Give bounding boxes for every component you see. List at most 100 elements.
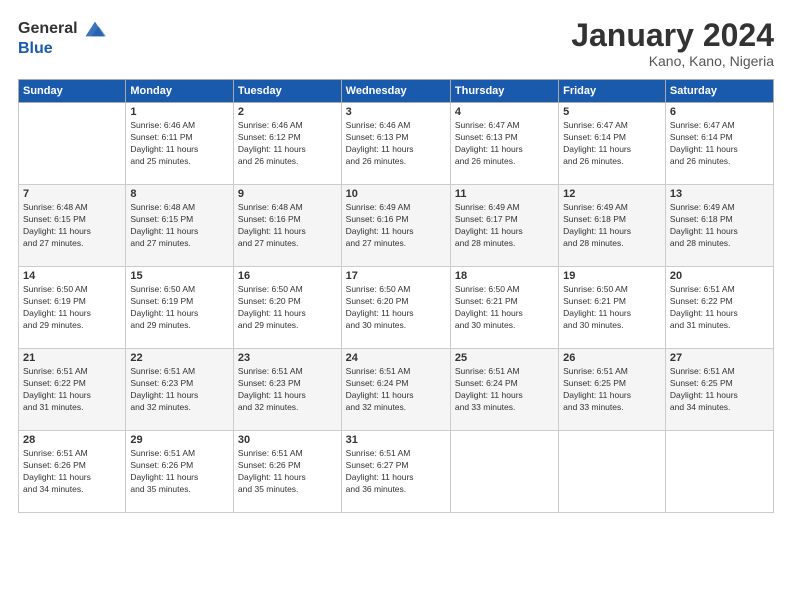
day-info: Sunrise: 6:50 AM Sunset: 6:20 PM Dayligh…: [238, 284, 337, 332]
day-number: 2: [238, 106, 337, 118]
calendar-cell: 1Sunrise: 6:46 AM Sunset: 6:11 PM Daylig…: [126, 103, 234, 185]
col-wednesday: Wednesday: [341, 80, 450, 103]
day-number: 14: [23, 270, 121, 282]
logo-icon: [84, 18, 106, 40]
calendar-cell: 24 Sunrise: 6:51 AM Sunset: 6:24 PM Dayli…: [341, 349, 450, 431]
header: General Blue January 2024 Kano, Kano, Ni…: [18, 18, 774, 69]
day-info: Sunrise: 6:46 AM Sunset: 6:12 PM Dayligh…: [238, 120, 337, 168]
day-number: 22: [130, 352, 229, 364]
day-number: 16: [238, 270, 337, 282]
day-info: Sunrise: 6:51 AM Sunset: 6:25 PM Dayligh…: [563, 366, 661, 414]
calendar-cell: 10 Sunrise: 6:49 AM Sunset: 6:16 PM Dayli…: [341, 185, 450, 267]
calendar-title: January 2024: [571, 18, 774, 53]
calendar-cell: 4 Sunrise: 6:47 AM Sunset: 6:13 PM Daylig…: [450, 103, 558, 185]
calendar-cell: 26 Sunrise: 6:51 AM Sunset: 6:25 PM Dayli…: [559, 349, 666, 431]
day-number: 26: [563, 352, 661, 364]
day-info: Sunrise: 6:47 AM Sunset: 6:14 PM Dayligh…: [670, 120, 769, 168]
calendar-subtitle: Kano, Kano, Nigeria: [571, 53, 774, 69]
day-info: Sunrise: 6:49 AM Sunset: 6:16 PM Dayligh…: [346, 202, 446, 250]
col-saturday: Saturday: [665, 80, 773, 103]
title-block: January 2024 Kano, Kano, Nigeria: [571, 18, 774, 69]
day-number: 10: [346, 188, 446, 200]
day-info: Sunrise: 6:47 AM Sunset: 6:14 PM Dayligh…: [563, 120, 661, 168]
day-info: Sunrise: 6:50 AM Sunset: 6:19 PM Dayligh…: [23, 284, 121, 332]
day-info: Sunrise: 6:51 AM Sunset: 6:22 PM Dayligh…: [23, 366, 121, 414]
day-number: 28: [23, 434, 121, 446]
day-info: Sunrise: 6:50 AM Sunset: 6:20 PM Dayligh…: [346, 284, 446, 332]
day-info: Sunrise: 6:50 AM Sunset: 6:21 PM Dayligh…: [563, 284, 661, 332]
day-number: 17: [346, 270, 446, 282]
calendar-cell: 18 Sunrise: 6:50 AM Sunset: 6:21 PM Dayli…: [450, 267, 558, 349]
col-sunday: Sunday: [19, 80, 126, 103]
day-number: 31: [346, 434, 446, 446]
calendar-cell: 5 Sunrise: 6:47 AM Sunset: 6:14 PM Daylig…: [559, 103, 666, 185]
day-number: 8: [130, 188, 229, 200]
day-info: Sunrise: 6:46 AM Sunset: 6:13 PM Dayligh…: [346, 120, 446, 168]
calendar-cell: 23 Sunrise: 6:51 AM Sunset: 6:23 PM Dayli…: [233, 349, 341, 431]
day-info: Sunrise: 6:48 AM Sunset: 6:15 PM Dayligh…: [23, 202, 121, 250]
day-info: Sunrise: 6:51 AM Sunset: 6:25 PM Dayligh…: [670, 366, 769, 414]
calendar-cell: 12Sunrise: 6:49 AM Sunset: 6:18 PM Dayli…: [559, 185, 666, 267]
day-number: 5: [563, 106, 661, 118]
day-number: 15: [130, 270, 229, 282]
day-info: Sunrise: 6:49 AM Sunset: 6:17 PM Dayligh…: [455, 202, 554, 250]
calendar-cell: 6Sunrise: 6:47 AM Sunset: 6:14 PM Daylig…: [665, 103, 773, 185]
calendar-cell: 28 Sunrise: 6:51 AM Sunset: 6:26 PM Dayli…: [19, 431, 126, 513]
day-info: Sunrise: 6:51 AM Sunset: 6:24 PM Dayligh…: [346, 366, 446, 414]
day-number: 3: [346, 106, 446, 118]
day-number: 29: [130, 434, 229, 446]
calendar-table: Sunday Monday Tuesday Wednesday Thursday…: [18, 79, 774, 513]
day-info: Sunrise: 6:51 AM Sunset: 6:26 PM Dayligh…: [23, 448, 121, 496]
day-number: 7: [23, 188, 121, 200]
calendar-cell: 15 Sunrise: 6:50 AM Sunset: 6:19 PM Dayli…: [126, 267, 234, 349]
calendar-cell: 7 Sunrise: 6:48 AM Sunset: 6:15 PM Daylig…: [19, 185, 126, 267]
calendar-cell: 30 Sunrise: 6:51 AM Sunset: 6:26 PM Dayli…: [233, 431, 341, 513]
page: General Blue January 2024 Kano, Kano, Ni…: [0, 0, 792, 612]
week-row-0: 1Sunrise: 6:46 AM Sunset: 6:11 PM Daylig…: [19, 103, 774, 185]
day-number: 4: [455, 106, 554, 118]
calendar-cell: 25Sunrise: 6:51 AM Sunset: 6:24 PM Dayli…: [450, 349, 558, 431]
day-info: Sunrise: 6:51 AM Sunset: 6:26 PM Dayligh…: [130, 448, 229, 496]
day-info: Sunrise: 6:49 AM Sunset: 6:18 PM Dayligh…: [670, 202, 769, 250]
day-number: 30: [238, 434, 337, 446]
day-info: Sunrise: 6:51 AM Sunset: 6:26 PM Dayligh…: [238, 448, 337, 496]
day-info: Sunrise: 6:51 AM Sunset: 6:23 PM Dayligh…: [130, 366, 229, 414]
week-row-1: 7 Sunrise: 6:48 AM Sunset: 6:15 PM Daylig…: [19, 185, 774, 267]
day-number: 13: [670, 188, 769, 200]
col-thursday: Thursday: [450, 80, 558, 103]
day-number: 9: [238, 188, 337, 200]
day-number: 1: [130, 106, 229, 118]
logo-general-text: General: [18, 20, 78, 37]
day-info: Sunrise: 6:50 AM Sunset: 6:21 PM Dayligh…: [455, 284, 554, 332]
day-number: 12: [563, 188, 661, 200]
col-monday: Monday: [126, 80, 234, 103]
day-number: 18: [455, 270, 554, 282]
day-number: 27: [670, 352, 769, 364]
calendar-cell: 27 Sunrise: 6:51 AM Sunset: 6:25 PM Dayli…: [665, 349, 773, 431]
calendar-cell: 9 Sunrise: 6:48 AM Sunset: 6:16 PM Daylig…: [233, 185, 341, 267]
calendar-cell: 16 Sunrise: 6:50 AM Sunset: 6:20 PM Dayli…: [233, 267, 341, 349]
calendar-cell: [19, 103, 126, 185]
day-info: Sunrise: 6:47 AM Sunset: 6:13 PM Dayligh…: [455, 120, 554, 168]
day-info: Sunrise: 6:50 AM Sunset: 6:19 PM Dayligh…: [130, 284, 229, 332]
calendar-cell: 14 Sunrise: 6:50 AM Sunset: 6:19 PM Dayli…: [19, 267, 126, 349]
day-info: Sunrise: 6:51 AM Sunset: 6:22 PM Dayligh…: [670, 284, 769, 332]
calendar-cell: 3 Sunrise: 6:46 AM Sunset: 6:13 PM Daylig…: [341, 103, 450, 185]
day-number: 24: [346, 352, 446, 364]
day-info: Sunrise: 6:51 AM Sunset: 6:27 PM Dayligh…: [346, 448, 446, 496]
logo-blue-text: Blue: [18, 40, 53, 57]
calendar-cell: 13 Sunrise: 6:49 AM Sunset: 6:18 PM Dayli…: [665, 185, 773, 267]
calendar-cell: 17 Sunrise: 6:50 AM Sunset: 6:20 PM Dayli…: [341, 267, 450, 349]
day-info: Sunrise: 6:48 AM Sunset: 6:16 PM Dayligh…: [238, 202, 337, 250]
calendar-cell: [665, 431, 773, 513]
calendar-cell: 31 Sunrise: 6:51 AM Sunset: 6:27 PM Dayli…: [341, 431, 450, 513]
col-friday: Friday: [559, 80, 666, 103]
calendar-cell: 19Sunrise: 6:50 AM Sunset: 6:21 PM Dayli…: [559, 267, 666, 349]
day-info: Sunrise: 6:51 AM Sunset: 6:24 PM Dayligh…: [455, 366, 554, 414]
week-row-4: 28 Sunrise: 6:51 AM Sunset: 6:26 PM Dayli…: [19, 431, 774, 513]
day-number: 23: [238, 352, 337, 364]
calendar-cell: 29 Sunrise: 6:51 AM Sunset: 6:26 PM Dayli…: [126, 431, 234, 513]
calendar-cell: 2 Sunrise: 6:46 AM Sunset: 6:12 PM Daylig…: [233, 103, 341, 185]
day-info: Sunrise: 6:51 AM Sunset: 6:23 PM Dayligh…: [238, 366, 337, 414]
day-number: 21: [23, 352, 121, 364]
